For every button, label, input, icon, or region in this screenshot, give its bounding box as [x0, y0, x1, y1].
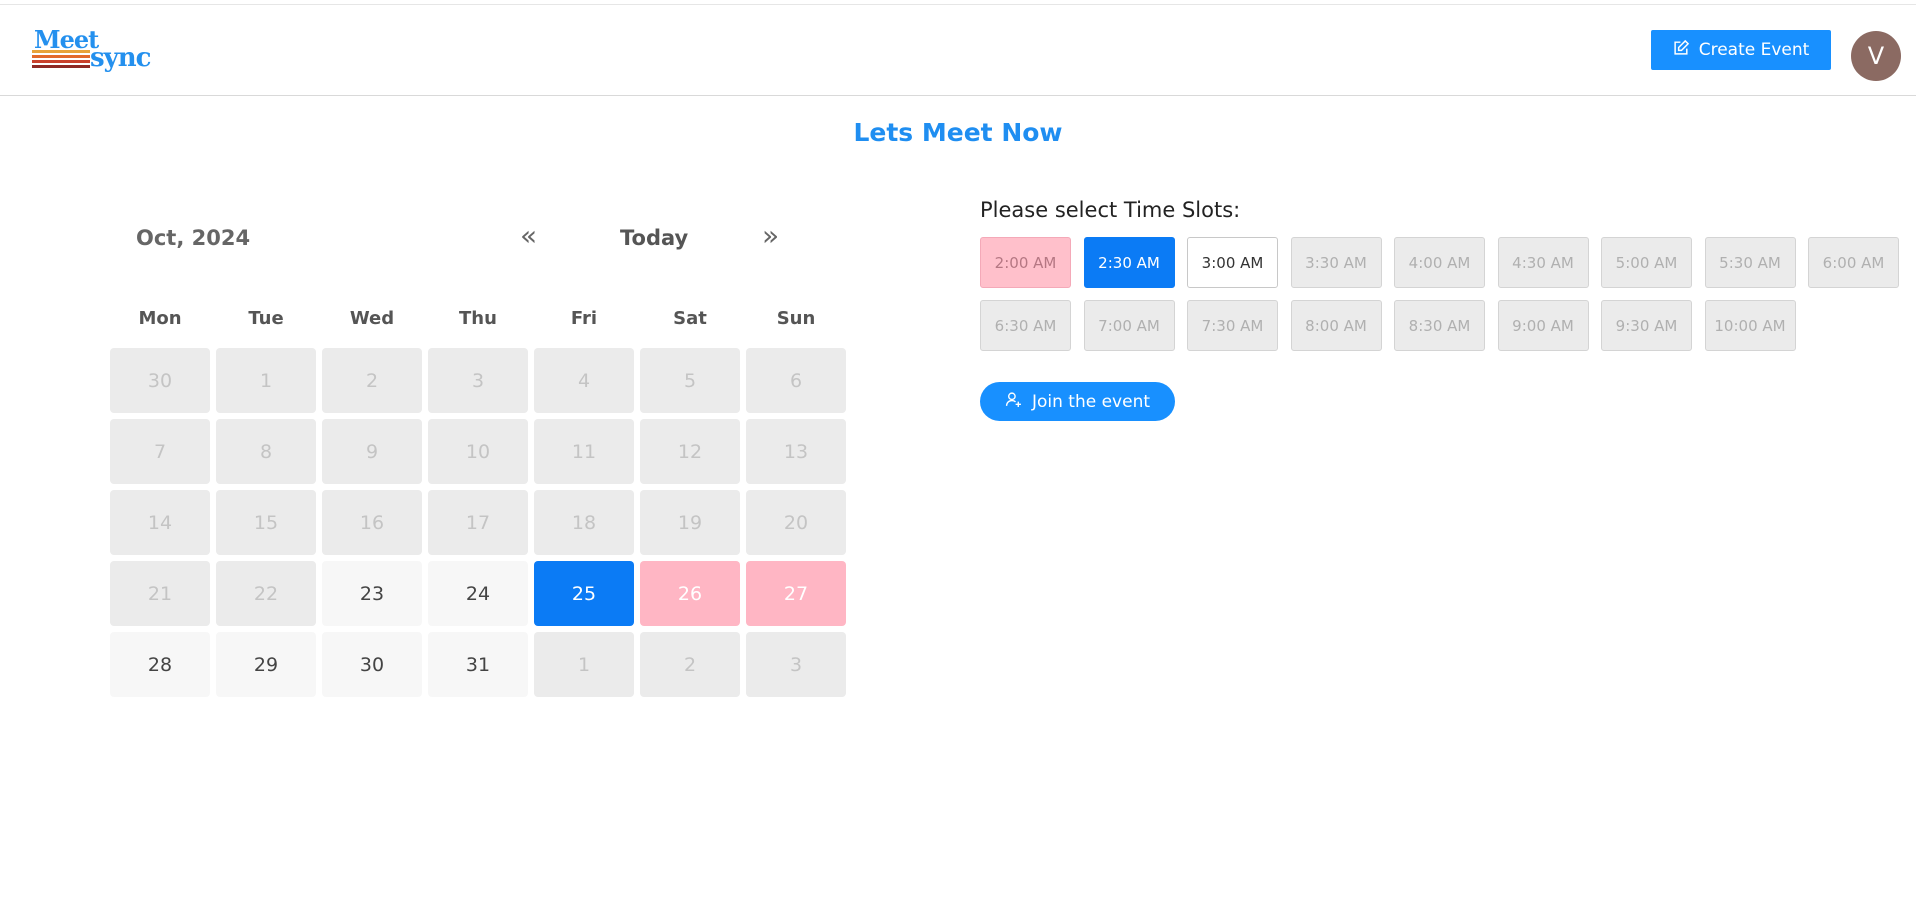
time-slot-button: 5:30 AM — [1704, 237, 1796, 288]
calendar-day: 16 — [322, 490, 422, 555]
calendar-day: 30 — [110, 348, 210, 413]
time-slot-button: 9:00 AM — [1497, 300, 1589, 351]
calendar-day: 22 — [216, 561, 316, 626]
calendar-day[interactable]: 24 — [428, 561, 528, 626]
time-slot-button: 10:00 AM — [1704, 300, 1796, 351]
user-add-icon — [1005, 391, 1022, 413]
time-slot-grid: 2:00 AM 2:30 AM 3:00 AM 3:30 AM 4:00 AM 4:30 … — [980, 237, 1910, 351]
page-title: Lets Meet Now — [853, 118, 1063, 147]
logo-stripe — [32, 60, 90, 63]
calendar-day: 2 — [322, 348, 422, 413]
calendar-day: 3 — [746, 632, 846, 697]
calendar-day: 17 — [428, 490, 528, 555]
time-slot-button: 3:30 AM — [1290, 237, 1382, 288]
time-slot-button[interactable]: 2:30 AM — [1083, 237, 1175, 288]
time-slot-button: 6:00 AM — [1808, 237, 1899, 288]
app-header: Meet sync Create Event V — [0, 5, 1916, 96]
calendar-day[interactable]: 28 — [110, 632, 210, 697]
time-slot-button[interactable]: 2:00 AM — [980, 237, 1071, 288]
calendar-day[interactable]: 25 — [534, 561, 634, 626]
calendar-day: 14 — [110, 490, 210, 555]
calendar-day: 2 — [640, 632, 740, 697]
weekday-fri: Fri — [570, 307, 598, 329]
time-slot-button: 8:30 AM — [1394, 300, 1485, 351]
time-slot-button: 8:00 AM — [1290, 300, 1382, 351]
weekday-mon: Mon — [138, 307, 182, 329]
calendar-day[interactable]: 30 — [322, 632, 422, 697]
time-slot-button: 7:00 AM — [1083, 300, 1175, 351]
calendar-day: 4 — [534, 348, 634, 413]
calendar-day: 1 — [216, 348, 316, 413]
create-event-label: Create Event — [1698, 40, 1810, 60]
calendar-day: 11 — [534, 419, 634, 484]
today-button[interactable]: Today — [620, 226, 688, 250]
calendar-day[interactable]: 26 — [640, 561, 740, 626]
calendar-day: 21 — [110, 561, 210, 626]
calendar-day: 6 — [746, 348, 846, 413]
calendar-month-label: Oct, 2024 — [136, 226, 251, 250]
calendar-day[interactable]: 23 — [322, 561, 422, 626]
time-slots-label: Please select Time Slots: — [980, 198, 1241, 222]
time-slot-button[interactable]: 3:00 AM — [1187, 237, 1278, 288]
time-slot-button: 4:30 AM — [1497, 237, 1589, 288]
calendar-day: 19 — [640, 490, 740, 555]
calendar-day: 5 — [640, 348, 740, 413]
time-slot-button: 4:00 AM — [1394, 237, 1485, 288]
calendar-day: 12 — [640, 419, 740, 484]
calendar-day: 10 — [428, 419, 528, 484]
weekday-sat: Sat — [673, 307, 707, 329]
calendar-day: 18 — [534, 490, 634, 555]
calendar-day: 13 — [746, 419, 846, 484]
time-slot-button: 7:30 AM — [1187, 300, 1278, 351]
calendar-day: 20 — [746, 490, 846, 555]
logo-word-sync: sync — [90, 43, 151, 73]
logo-stripe — [32, 55, 90, 58]
calendar-days: 30 1 2 3 4 5 6 7 8 9 10 11 12 13 14 15 16 17 18 19 20 21 22 23 2… — [110, 348, 850, 697]
calendar-day: 1 — [534, 632, 634, 697]
join-event-label: Join the event — [1031, 391, 1151, 412]
edit-icon — [1673, 39, 1690, 61]
calendar-day: 8 — [216, 419, 316, 484]
chevron-double-right-icon[interactable]: » — [762, 222, 779, 250]
calendar-day[interactable]: 31 — [428, 632, 528, 697]
calendar-day[interactable]: 29 — [216, 632, 316, 697]
join-event-button[interactable]: Join the event — [980, 382, 1175, 421]
create-event-button[interactable]: Create Event — [1651, 30, 1831, 70]
time-slot-button: 6:30 AM — [980, 300, 1071, 351]
calendar-day: 7 — [110, 419, 210, 484]
chevron-double-left-icon[interactable]: « — [520, 222, 537, 250]
meetsync-logo[interactable]: Meet sync — [32, 25, 166, 81]
logo-stripe — [32, 65, 90, 68]
calendar-grid: Mon Tue Wed Thu Fri Sat Sun 30 1 2 3 4 5 6 7 8 9 10 11 12 1… — [110, 288, 850, 697]
weekday-wed: Wed — [349, 307, 395, 329]
calendar-day: 3 — [428, 348, 528, 413]
user-avatar[interactable]: V — [1851, 31, 1901, 81]
logo-stripe — [32, 50, 90, 53]
calendar-day: 9 — [322, 419, 422, 484]
weekday-tue: Tue — [248, 307, 284, 329]
calendar-day: 15 — [216, 490, 316, 555]
time-slot-button: 9:30 AM — [1601, 300, 1692, 351]
calendar-day[interactable]: 27 — [746, 561, 846, 626]
weekday-thu: Thu — [459, 307, 497, 329]
weekday-header-row: Mon Tue Wed Thu Fri Sat Sun — [110, 288, 850, 348]
weekday-sun: Sun — [776, 307, 816, 329]
time-slot-button: 5:00 AM — [1601, 237, 1692, 288]
